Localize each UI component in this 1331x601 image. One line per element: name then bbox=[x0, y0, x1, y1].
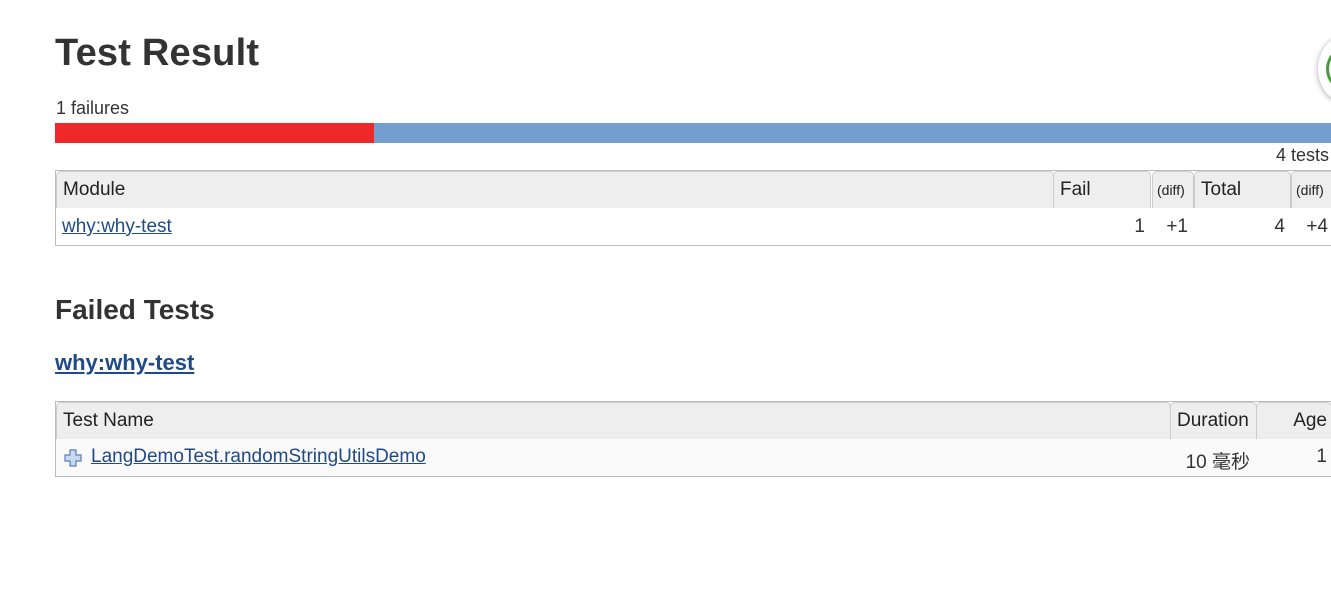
test-age: 1 bbox=[1316, 446, 1327, 467]
test-result-page: Test Result 1 failures 4 tests Module Fa… bbox=[0, 0, 1331, 601]
failed-module-link[interactable]: why:why-test bbox=[55, 350, 194, 375]
fail-diff: +1 bbox=[1166, 216, 1188, 237]
test-duration: 10 毫秒 bbox=[1185, 452, 1250, 473]
total-diff: +4 bbox=[1306, 216, 1328, 237]
module-results-table: Module Fail (diff) Total (diff) why:why-… bbox=[55, 170, 1331, 246]
progress-fail-segment bbox=[55, 123, 374, 143]
column-header-test-name[interactable]: Test Name bbox=[56, 402, 1171, 439]
status-ball-icon bbox=[1318, 35, 1331, 103]
fail-count: 1 bbox=[1134, 216, 1145, 237]
test-progress-bar bbox=[55, 123, 1331, 143]
page-title: Test Result bbox=[55, 32, 260, 74]
table-header-row: Test Name Duration Age bbox=[56, 402, 1331, 439]
test-name-link[interactable]: LangDemoTest.randomStringUtilsDemo bbox=[91, 446, 426, 468]
failed-module-heading: why:why-test bbox=[55, 350, 194, 376]
total-count: 4 bbox=[1274, 216, 1285, 237]
column-header-age[interactable]: Age bbox=[1256, 402, 1331, 439]
failed-tests-title: Failed Tests bbox=[55, 294, 215, 325]
table-header-row: Module Fail (diff) Total (diff) bbox=[56, 171, 1331, 208]
module-link[interactable]: why:why-test bbox=[62, 216, 172, 238]
column-header-fail-diff[interactable]: (diff) bbox=[1152, 171, 1194, 208]
column-header-duration[interactable]: Duration bbox=[1170, 402, 1257, 439]
status-ball-ring bbox=[1326, 47, 1331, 91]
column-header-total-diff[interactable]: (diff) bbox=[1291, 171, 1331, 208]
column-header-fail[interactable]: Fail bbox=[1053, 171, 1151, 208]
failed-tests-table: Test Name Duration Age LangDemoTest.rand… bbox=[55, 401, 1331, 477]
expand-plus-icon[interactable] bbox=[64, 449, 82, 467]
table-row: LangDemoTest.randomStringUtilsDemo 10 毫秒… bbox=[56, 439, 1331, 476]
column-header-module[interactable]: Module bbox=[56, 171, 1054, 208]
failures-summary: 1 failures bbox=[56, 98, 130, 118]
tests-count: 4 tests bbox=[1276, 145, 1330, 165]
column-header-total[interactable]: Total bbox=[1194, 171, 1291, 208]
